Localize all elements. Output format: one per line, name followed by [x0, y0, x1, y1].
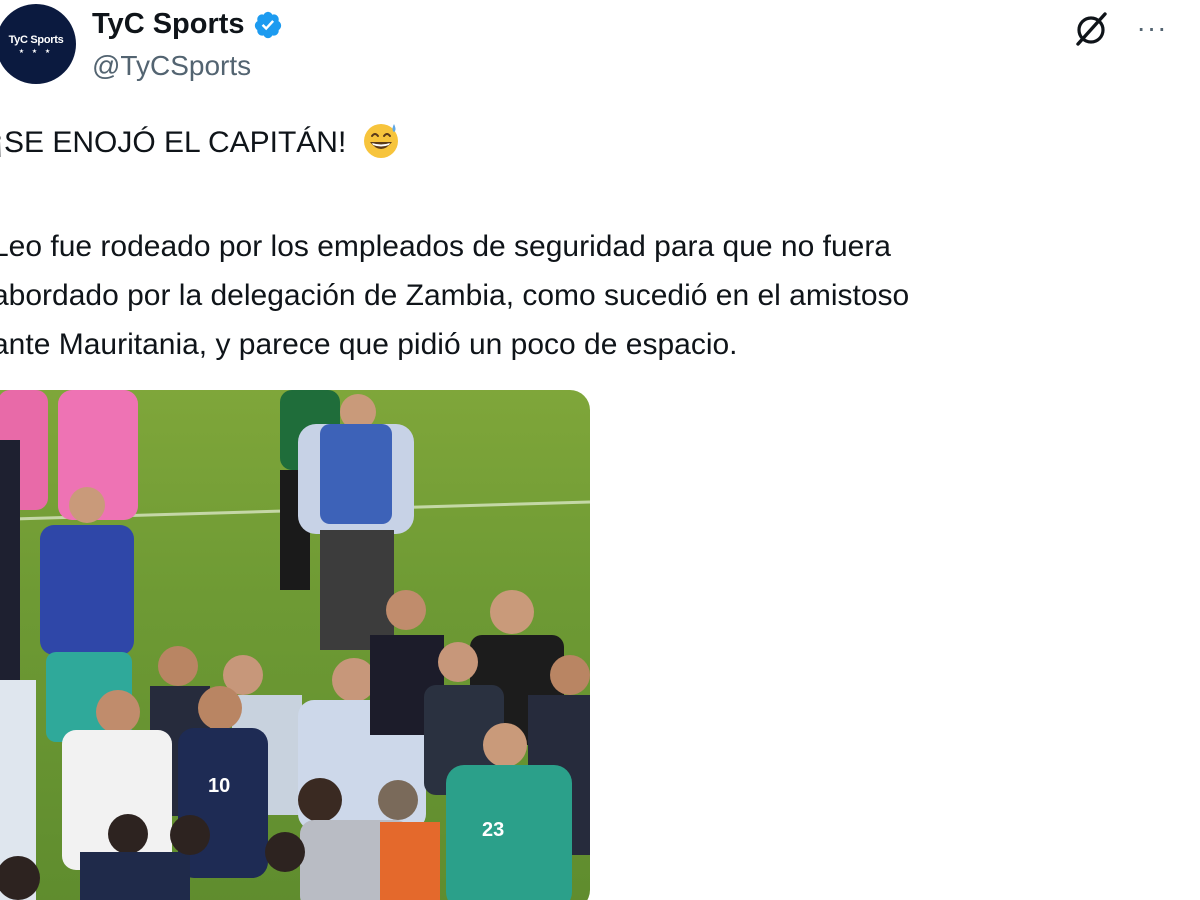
- author-display-name[interactable]: TyC Sports: [92, 8, 245, 41]
- avatar-logo-text: TyC Sports: [8, 33, 64, 46]
- photo-scene: 10 23: [0, 390, 590, 900]
- player-figure: [40, 525, 134, 655]
- jersey-number-23: 23: [482, 819, 504, 841]
- tweet-media-photo[interactable]: 10 23: [0, 390, 590, 900]
- jersey-number-10: 10: [208, 775, 230, 797]
- player-figure: [446, 765, 572, 900]
- tweet-body: Leo fue rodeado por los empleados de seg…: [0, 222, 1142, 369]
- verified-badge-icon[interactable]: [253, 10, 283, 40]
- grinning-face-with-sweat-icon: [363, 124, 398, 158]
- tweet-headline-text: ¡SE ENOJÓ EL CAPITÁN!: [0, 126, 347, 159]
- grok-icon[interactable]: [1072, 10, 1110, 48]
- tweet-headline: ¡SE ENOJÓ EL CAPITÁN!: [0, 120, 401, 160]
- author-name-row: TyC Sports: [92, 8, 283, 41]
- author-handle[interactable]: @TyCSports: [92, 50, 251, 82]
- avatar-logo-stars: ★ ★ ★: [18, 48, 54, 55]
- more-options-icon[interactable]: ···: [1132, 14, 1172, 42]
- tweet-body-line: Leo fue rodeado por los empleados de seg…: [0, 230, 891, 263]
- tweet-page: TyC Sports ★ ★ ★ TyC Sports @TyCSports ·…: [0, 0, 1200, 900]
- messi-figure: [178, 728, 268, 878]
- tweet-body-line: ante Mauritania, y parece que pidió un p…: [0, 328, 738, 361]
- avatar[interactable]: TyC Sports ★ ★ ★: [0, 4, 76, 84]
- tweet-body-line: abordado por la delegación de Zambia, co…: [0, 279, 910, 312]
